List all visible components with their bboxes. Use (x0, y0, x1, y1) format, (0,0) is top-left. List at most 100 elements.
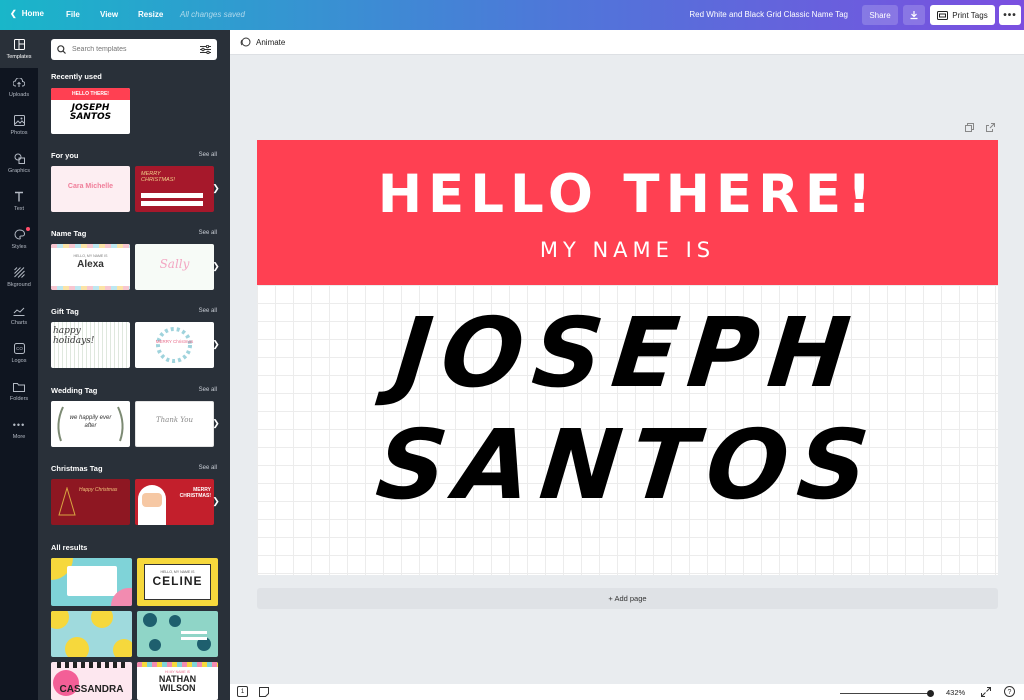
print-tags-label: Print Tags (952, 10, 988, 20)
help-icon[interactable]: ? (1004, 686, 1015, 697)
page-number-button[interactable]: 1 (237, 686, 248, 697)
template-thumb[interactable]: HELLO, MY NAME IS Alexa (51, 244, 130, 290)
rail-more[interactable]: ••• More (0, 410, 38, 448)
thumb-text: JOSEPH SANTOS (69, 103, 112, 122)
rail-templates[interactable]: Templates (0, 30, 38, 68)
upload-icon (13, 77, 25, 89)
filter-icon[interactable] (200, 45, 211, 54)
see-all-link[interactable]: See all (199, 152, 217, 158)
zoom-slider-handle[interactable] (927, 690, 934, 697)
name-tag-banner[interactable]: HELLO THERE! MY NAME IS (257, 140, 998, 285)
template-thumb[interactable]: Sally (135, 244, 214, 290)
thumb-text: CASSANDRA (59, 684, 124, 695)
rail-label: Folders (9, 395, 29, 402)
zoom-slider[interactable] (840, 693, 930, 694)
thumb-text: CELINE (152, 574, 203, 588)
save-status: All changes saved (180, 10, 245, 19)
add-page-button[interactable]: + Add page (257, 588, 998, 609)
chevron-right-icon[interactable]: ❯ (211, 418, 221, 428)
logos-icon: CO (13, 343, 25, 355)
rail-label: Graphics (7, 167, 30, 174)
template-thumb[interactable]: HI MY NAME IS NATHAN WILSON (137, 662, 218, 700)
rail-logos[interactable]: CO Logos (0, 334, 38, 372)
share-button[interactable]: Share (862, 5, 898, 25)
print-icon (937, 10, 949, 20)
view-menu[interactable]: View (100, 10, 118, 19)
thumb-text: HELLO, MY NAME IS (73, 254, 108, 258)
headline-text[interactable]: HELLO THERE! (257, 164, 998, 225)
rail-styles[interactable]: Styles (0, 220, 38, 258)
thumb-text: Thank You (155, 416, 194, 424)
animate-icon (240, 37, 251, 46)
see-all-link[interactable]: See all (199, 308, 217, 314)
rail-charts[interactable]: Charts (0, 296, 38, 334)
rail-label: More (12, 433, 26, 440)
template-thumb[interactable]: Happy Christmas (51, 479, 130, 525)
search-box[interactable] (51, 39, 217, 60)
template-thumb[interactable] (137, 611, 218, 657)
template-thumb[interactable] (51, 558, 132, 606)
photos-icon (13, 115, 25, 127)
rail-background[interactable]: Bkground (0, 258, 38, 296)
see-all-link[interactable]: See all (199, 465, 217, 471)
thumb-text: MERRY CHRISTMAS! (179, 487, 211, 499)
design-page[interactable]: HELLO THERE! MY NAME IS JOSEPH SANTOS (257, 140, 998, 575)
template-thumb[interactable]: MERRY Christmas (135, 322, 214, 368)
rail-uploads[interactable]: Uploads (0, 68, 38, 106)
print-tags-button[interactable]: Print Tags (930, 5, 995, 25)
duplicate-page-icon[interactable] (965, 123, 974, 132)
rail-graphics[interactable]: Graphics (0, 144, 38, 182)
rail-photos[interactable]: Photos (0, 106, 38, 144)
resize-menu[interactable]: Resize (138, 10, 163, 19)
fullscreen-icon[interactable] (981, 687, 991, 697)
rail-text[interactable]: Text (0, 182, 38, 220)
rail-label: Photos (10, 129, 28, 136)
file-menu[interactable]: File (66, 10, 80, 19)
chevron-right-icon[interactable]: ❯ (211, 261, 221, 271)
template-thumb[interactable]: happy holidays! (51, 322, 130, 368)
home-label: Home (21, 9, 44, 18)
section-title-recent: Recently used (51, 72, 102, 81)
chevron-right-icon[interactable]: ❯ (211, 339, 221, 349)
first-name-text[interactable]: JOSEPH (257, 297, 998, 409)
template-thumb[interactable]: Thank You (135, 401, 214, 447)
rail-label: Charts (10, 319, 28, 326)
thumb-text: Cara Michelle (67, 183, 114, 190)
animate-button[interactable]: Animate (256, 38, 285, 47)
rail-label: Styles (11, 243, 27, 250)
notification-dot (26, 227, 30, 231)
notes-icon[interactable] (259, 687, 269, 697)
see-all-link[interactable]: See all (199, 230, 217, 236)
template-thumb[interactable]: CASSANDRA (51, 662, 132, 700)
section-title-nametag: Name Tag (51, 229, 87, 238)
section-title-wedding: Wedding Tag (51, 386, 98, 395)
subheadline-text[interactable]: MY NAME IS (257, 238, 998, 262)
rail-label: Logos (11, 357, 27, 364)
zoom-level[interactable]: 432% (946, 688, 965, 697)
search-input[interactable] (72, 46, 194, 53)
rail-folders[interactable]: Folders (0, 372, 38, 410)
document-title[interactable]: Red White and Black Grid Classic Name Ta… (689, 10, 848, 19)
last-name-text[interactable]: SANTOS (257, 409, 998, 521)
template-thumb[interactable]: Cara Michelle (51, 166, 130, 212)
svg-text:?: ? (1008, 689, 1012, 696)
chevron-right-icon[interactable]: ❯ (211, 496, 221, 506)
chevron-left-icon: ❮ (10, 9, 17, 18)
section-title-foryou: For you (51, 151, 79, 160)
download-button[interactable] (903, 5, 925, 25)
see-all-link[interactable]: See all (199, 387, 217, 393)
template-thumb[interactable]: MERRY CHRISTMAS! (135, 479, 214, 525)
template-thumb-recent[interactable]: HELLO THERE! JOSEPH SANTOS (51, 88, 130, 134)
template-thumb[interactable]: MERRY CHRISTMAS! (135, 166, 214, 212)
add-page-icon[interactable] (986, 123, 995, 132)
more-options-button[interactable]: ••• (999, 5, 1021, 25)
side-navigation: Templates Uploads Photos Graphics Text S… (0, 30, 38, 700)
chevron-right-icon[interactable]: ❯ (211, 183, 221, 193)
home-button[interactable]: ❮ Home (10, 9, 44, 18)
template-thumb[interactable]: HELLO, MY NAME IS CELINE (137, 558, 218, 606)
template-thumb[interactable]: we happily ever after (51, 401, 130, 447)
template-thumb[interactable] (51, 611, 132, 657)
rail-label: Uploads (8, 91, 30, 98)
thumb-text: we happily ever after (69, 415, 112, 429)
top-toolbar: ❮ Home File View Resize All changes save… (0, 0, 1024, 30)
